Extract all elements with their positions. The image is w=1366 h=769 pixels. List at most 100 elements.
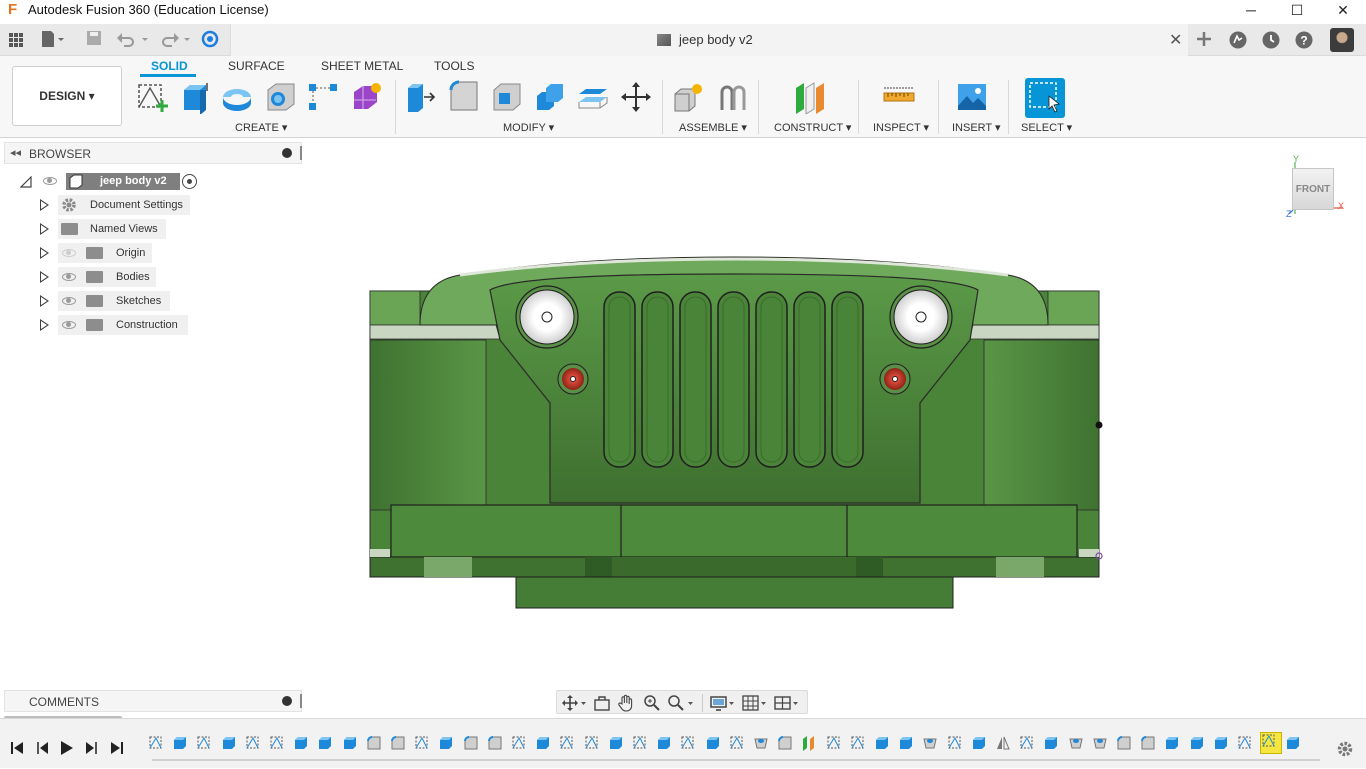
browser-item-origin[interactable]: Origin <box>0 242 300 264</box>
timeline-first-icon[interactable] <box>10 741 24 755</box>
collapse-panel-icon[interactable]: ◂◂ <box>10 146 21 159</box>
display-settings-icon[interactable] <box>709 694 734 712</box>
timeline-feature-plane-icon[interactable] <box>801 735 817 751</box>
browser-item-named-views[interactable]: Named Views <box>0 218 300 240</box>
extrude-icon[interactable] <box>178 80 212 115</box>
move-icon[interactable] <box>619 80 653 114</box>
workspace-switcher-button[interactable]: DESIGN ▾ <box>12 66 122 126</box>
timeline-feature-sketch-icon[interactable] <box>414 735 430 751</box>
select-group-menu[interactable]: SELECT ▾ <box>1021 121 1072 134</box>
help-icon[interactable]: ? <box>1294 30 1314 50</box>
look-at-icon[interactable] <box>593 694 611 712</box>
timeline-feature-sketch-icon[interactable] <box>245 735 261 751</box>
timeline-feature-sketch-icon[interactable] <box>269 735 285 751</box>
create-group-menu[interactable]: CREATE ▾ <box>235 121 287 134</box>
add-comment-icon[interactable] <box>282 696 292 706</box>
timeline-feature-extrude-icon[interactable] <box>705 735 721 751</box>
hole-icon[interactable] <box>264 80 298 114</box>
timeline-feature-sketch-icon[interactable] <box>632 735 648 751</box>
expand-right-icon[interactable] <box>40 247 49 259</box>
timeline-feature-extrude-icon[interactable] <box>898 735 914 751</box>
job-history-icon[interactable] <box>1261 30 1281 50</box>
timeline-play-icon[interactable] <box>60 740 74 756</box>
panel-options-icon[interactable] <box>282 148 292 158</box>
timeline-feature-extrude-icon[interactable] <box>1285 735 1301 751</box>
timeline-feature-fillet-icon[interactable] <box>463 735 479 751</box>
timeline-feature-extrude-icon[interactable] <box>1164 735 1180 751</box>
timeline-last-icon[interactable] <box>110 741 124 755</box>
panel-pin-icon[interactable] <box>300 694 302 708</box>
expand-right-icon[interactable] <box>40 223 49 235</box>
timeline-feature-sketch-icon[interactable] <box>584 735 600 751</box>
job-status-icon[interactable] <box>200 30 220 50</box>
create-form-icon[interactable] <box>350 80 384 114</box>
timeline-feature-fillet-icon[interactable] <box>390 735 406 751</box>
inspect-group-menu[interactable]: INSPECT ▾ <box>873 121 929 134</box>
timeline-feature-extrude-icon[interactable] <box>342 735 358 751</box>
timeline-feature-extrude-icon[interactable] <box>1043 735 1059 751</box>
browser-panel-header[interactable]: ◂◂ BROWSER <box>4 142 302 164</box>
timeline-feature-sketch-icon[interactable] <box>1019 735 1035 751</box>
expand-down-icon[interactable] <box>20 176 32 188</box>
timeline-feature-extrude-icon[interactable] <box>1189 735 1205 751</box>
expand-right-icon[interactable] <box>40 295 49 307</box>
timeline-feature-fillet-icon[interactable] <box>1140 735 1156 751</box>
timeline-feature-sketch-icon[interactable] <box>511 735 527 751</box>
timeline-feature-sketch-icon[interactable] <box>1237 735 1253 751</box>
offset-plane-icon[interactable] <box>792 80 826 115</box>
hidden-eye-icon[interactable] <box>62 249 76 257</box>
tab-tools[interactable]: TOOLS <box>434 59 474 73</box>
timeline-feature-hole-icon[interactable] <box>1092 735 1108 751</box>
press-pull-icon[interactable] <box>404 80 438 114</box>
timeline-feature-extrude-icon[interactable] <box>535 735 551 751</box>
new-tab-icon[interactable] <box>1194 29 1214 49</box>
canvas-viewport[interactable] <box>305 139 1366 714</box>
timeline-feature-extrude-icon[interactable] <box>971 735 987 751</box>
timeline-feature-extrude-icon[interactable] <box>221 735 237 751</box>
timeline-feature-hole-icon[interactable] <box>753 735 769 751</box>
zoom-icon[interactable] <box>643 694 661 712</box>
document-tab[interactable]: jeep body v2 ✕ <box>230 24 1188 56</box>
timeline-feature-extrude-icon[interactable] <box>293 735 309 751</box>
revolve-icon[interactable] <box>220 80 254 114</box>
construct-group-menu[interactable]: CONSTRUCT ▾ <box>774 121 851 134</box>
extensions-icon[interactable] <box>1228 30 1248 50</box>
timeline-previous-icon[interactable] <box>35 741 49 755</box>
timeline-next-icon[interactable] <box>85 741 99 755</box>
insert-canvas-icon[interactable] <box>955 80 989 114</box>
assemble-group-menu[interactable]: ASSEMBLE ▾ <box>679 121 747 134</box>
pattern-icon[interactable] <box>306 80 340 114</box>
shell-icon[interactable] <box>490 80 524 114</box>
timeline-feature-fillet-icon[interactable] <box>366 735 382 751</box>
user-avatar[interactable] <box>1330 28 1354 52</box>
timeline-feature-sketch-icon[interactable] <box>559 735 575 751</box>
viewports-icon[interactable] <box>773 694 798 712</box>
visibility-eye-icon[interactable] <box>43 177 57 185</box>
maximize-button[interactable]: ☐ <box>1274 0 1320 22</box>
timeline-feature-sketch-icon[interactable] <box>729 735 745 751</box>
timeline-feature-extrude-icon[interactable] <box>1213 735 1229 751</box>
browser-root-node[interactable]: jeep body v2 <box>0 170 300 192</box>
timeline-feature-extrude-icon[interactable] <box>438 735 454 751</box>
file-menu-icon[interactable] <box>40 30 64 50</box>
timeline-feature-extrude-icon[interactable] <box>608 735 624 751</box>
timeline-feature-extrude-icon[interactable] <box>317 735 333 751</box>
browser-item-document-settings[interactable]: Document Settings <box>0 194 300 216</box>
expand-right-icon[interactable] <box>40 271 49 283</box>
measure-icon[interactable] <box>882 80 916 114</box>
minimize-button[interactable]: ─ <box>1228 0 1274 22</box>
visibility-eye-icon[interactable] <box>62 321 76 329</box>
tab-solid[interactable]: SOLID <box>151 59 188 73</box>
view-cube-front-face[interactable]: FRONT <box>1292 168 1334 210</box>
offset-faces-icon[interactable] <box>576 80 610 114</box>
panel-pin-icon[interactable] <box>300 146 302 160</box>
timeline-feature-fillet-icon[interactable] <box>1116 735 1132 751</box>
create-sketch-icon[interactable] <box>136 80 170 114</box>
joint-icon[interactable] <box>716 80 750 114</box>
fillet-icon[interactable] <box>447 80 481 114</box>
tab-surface[interactable]: SURFACE <box>228 59 285 73</box>
timeline-settings-gear-icon[interactable] <box>1336 740 1354 758</box>
orbit-icon[interactable] <box>561 694 586 712</box>
timeline-feature-mirror-icon[interactable] <box>995 735 1011 751</box>
undo-icon[interactable] <box>116 30 148 50</box>
